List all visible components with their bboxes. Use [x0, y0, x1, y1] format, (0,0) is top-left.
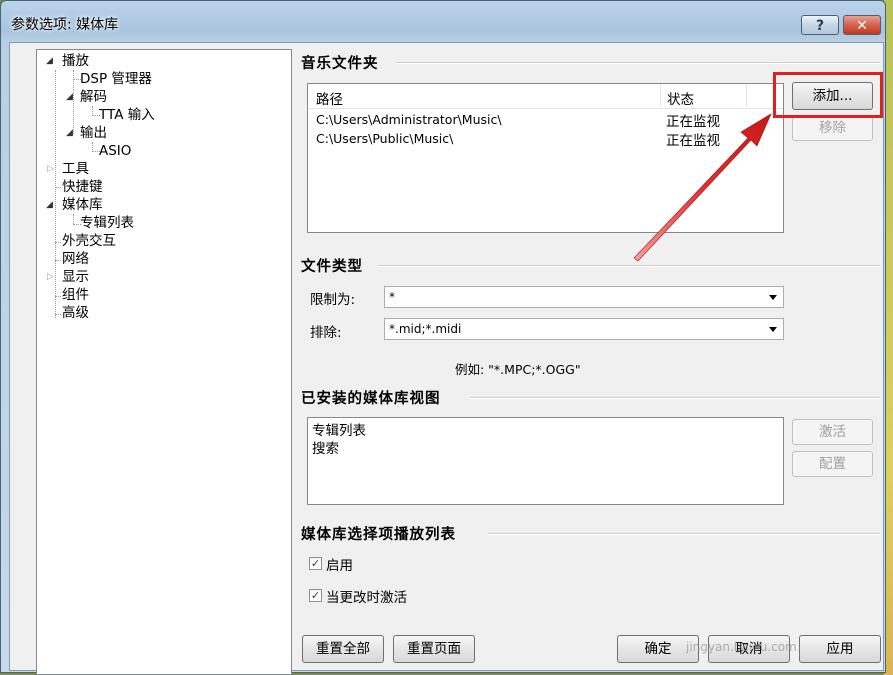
annotation-arrow-icon [633, 113, 772, 262]
